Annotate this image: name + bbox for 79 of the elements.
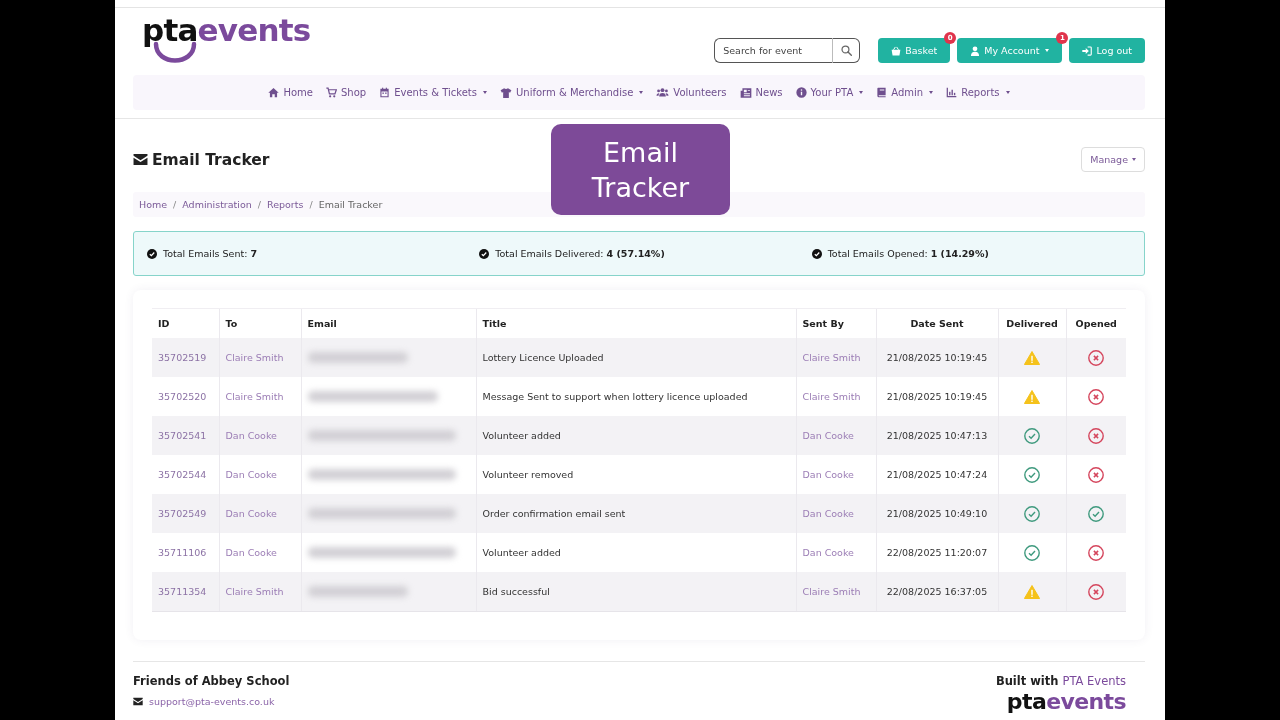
breadcrumb-current: Email Tracker xyxy=(318,199,383,210)
manage-button[interactable]: Manage xyxy=(1081,147,1145,172)
nav-link[interactable]: Volunteers xyxy=(656,87,727,98)
id-cell[interactable]: 35702520 xyxy=(152,377,219,416)
caret-icon xyxy=(859,91,864,94)
breadcrumb-link[interactable]: Home xyxy=(139,199,168,210)
breadcrumb-separator: / xyxy=(173,199,177,210)
check-circle-icon xyxy=(479,248,490,259)
sender-cell[interactable]: Dan Cooke xyxy=(796,494,876,533)
sender-cell[interactable]: Dan Cooke xyxy=(796,416,876,455)
pta-events-link[interactable]: PTA Events xyxy=(1062,674,1126,688)
title-cell: Bid successful xyxy=(476,572,796,612)
cart-icon xyxy=(326,87,337,98)
summary-text: Total Emails Opened: 1 (14.29%) xyxy=(827,248,989,259)
caption-overlay: Email Tracker xyxy=(551,124,730,215)
recipient-cell[interactable]: Dan Cooke xyxy=(219,416,301,455)
id-cell[interactable]: 35711354 xyxy=(152,572,219,612)
date-cell: 21/08/2025 10:47:13 xyxy=(876,416,998,455)
summary-text: Total Emails Sent: 7 xyxy=(163,248,257,259)
id-cell[interactable]: 35702544 xyxy=(152,455,219,494)
nav-link[interactable]: Reports xyxy=(946,87,1010,98)
breadcrumb-separator: / xyxy=(257,199,261,210)
caret-icon xyxy=(1045,49,1050,52)
logout-button[interactable]: Log out xyxy=(1069,38,1145,63)
bar-chart-icon xyxy=(946,87,958,98)
footer-logo[interactable]: ptaevents xyxy=(1006,690,1126,714)
home-icon xyxy=(268,87,280,98)
check-circle-icon xyxy=(811,248,822,259)
caret-icon xyxy=(1005,91,1010,94)
nav-link[interactable]: News xyxy=(739,87,783,98)
nav-link[interactable]: Your PTA xyxy=(795,87,864,98)
id-cell[interactable]: 35702549 xyxy=(152,494,219,533)
sign-in-icon xyxy=(1082,45,1093,56)
summary-text: Total Emails Delivered: 4 (57.14%) xyxy=(495,248,665,259)
nav-link[interactable]: Events & Tickets xyxy=(379,87,487,98)
sender-cell[interactable]: Claire Smith xyxy=(796,572,876,612)
id-cell[interactable]: 35702541 xyxy=(152,416,219,455)
user-icon xyxy=(970,45,981,56)
date-cell: 21/08/2025 10:49:10 xyxy=(876,494,998,533)
sender-cell[interactable]: Claire Smith xyxy=(796,338,876,377)
organisation-name: Friends of Abbey School xyxy=(133,674,290,688)
search-button[interactable] xyxy=(832,38,861,63)
support-email-link[interactable]: support@pta-events.co.uk xyxy=(149,696,275,707)
caret-icon xyxy=(639,91,644,94)
check-circle-icon xyxy=(147,248,157,259)
id-cell[interactable]: 35702519 xyxy=(152,338,219,377)
page-title: Email Tracker xyxy=(152,150,270,169)
recipient-cell[interactable]: Claire Smith xyxy=(219,338,301,377)
users-icon xyxy=(656,87,670,98)
site-logo[interactable]: ptaevents xyxy=(142,15,311,63)
breadcrumb-link[interactable]: Administration xyxy=(182,199,252,210)
nav-link[interactable]: Shop xyxy=(326,87,367,98)
title-cell: Volunteer added xyxy=(476,416,796,455)
envelope-icon xyxy=(133,697,143,706)
date-cell: 21/08/2025 10:19:45 xyxy=(876,338,998,377)
info-icon xyxy=(795,87,807,98)
id-cell[interactable]: 35711106 xyxy=(152,533,219,572)
shirt-icon xyxy=(499,86,512,99)
nav-link[interactable]: Uniform & Merchandise xyxy=(499,86,644,99)
title-cell: Lottery Licence Uploaded xyxy=(476,338,796,377)
calendar-icon xyxy=(379,87,391,98)
caret-icon xyxy=(482,91,487,94)
search-field[interactable]: Search for event xyxy=(714,38,833,63)
caret-icon xyxy=(1132,158,1136,161)
envelope-icon xyxy=(133,153,148,166)
search-icon xyxy=(840,45,852,56)
book-icon xyxy=(876,87,888,98)
breadcrumb-link[interactable]: Reports xyxy=(267,199,304,210)
recipient-cell[interactable]: Dan Cooke xyxy=(219,494,301,533)
newspaper-icon xyxy=(739,87,752,98)
built-with-text: Built with PTA Events xyxy=(995,674,1126,688)
basket-icon xyxy=(891,45,902,56)
title-cell: Order confirmation email sent xyxy=(476,494,796,533)
nav-link[interactable]: Admin xyxy=(876,87,934,98)
nav-link[interactable]: Home xyxy=(268,87,313,98)
date-cell: 22/08/2025 16:37:05 xyxy=(876,572,998,612)
caret-icon xyxy=(929,91,934,94)
breadcrumb-separator: / xyxy=(309,199,313,210)
recipient-cell[interactable]: Claire Smith xyxy=(219,572,301,612)
